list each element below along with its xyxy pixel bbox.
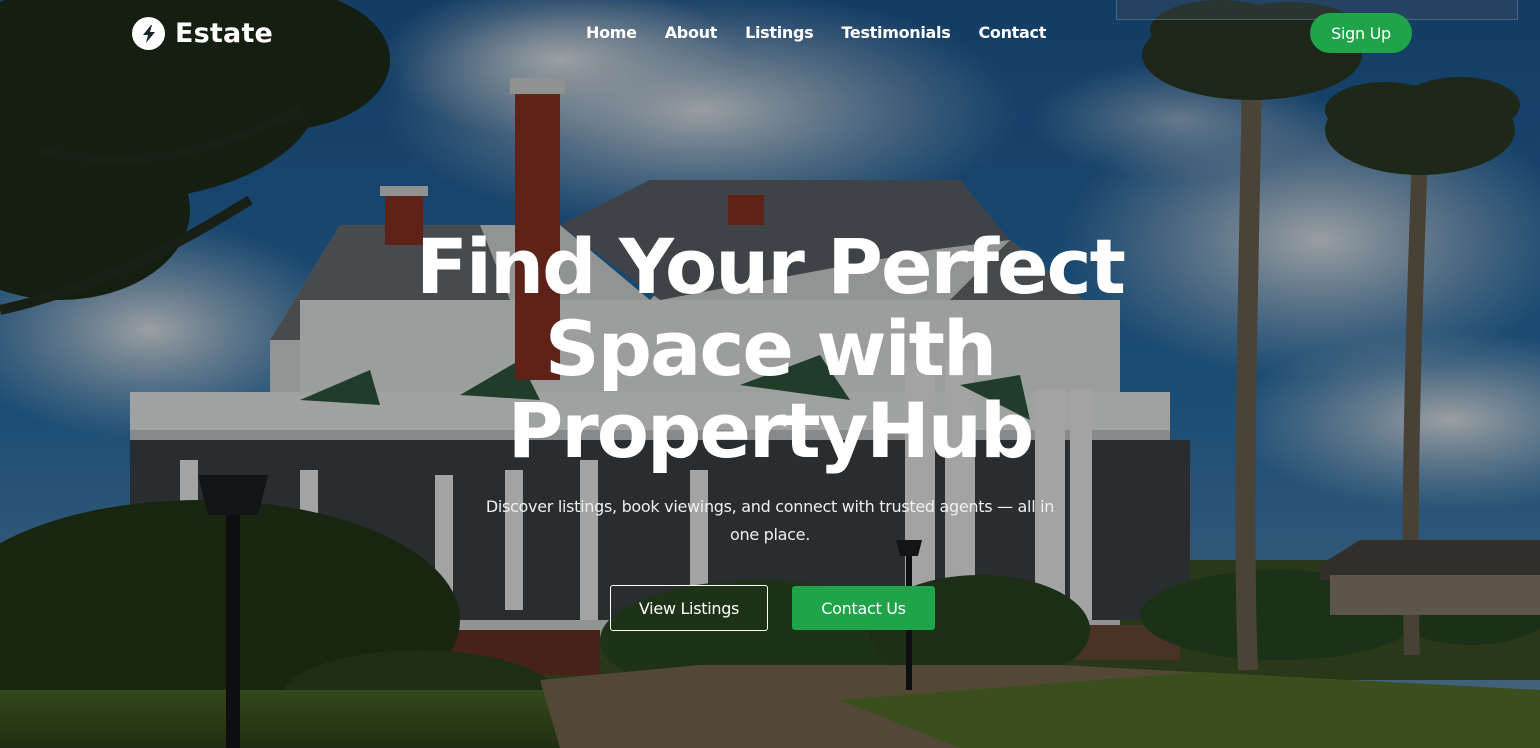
- brand-name: Estate: [175, 18, 274, 49]
- nav-link-home[interactable]: Home: [586, 23, 637, 42]
- brand-logo[interactable]: Estate: [132, 17, 273, 50]
- nav-link-testimonials[interactable]: Testimonials: [841, 23, 950, 42]
- nav-link-about[interactable]: About: [665, 23, 718, 42]
- nav-link-contact[interactable]: Contact: [978, 23, 1046, 42]
- view-listings-button[interactable]: View Listings: [610, 585, 768, 631]
- headline-line-1: Find Your Perfect: [416, 222, 1126, 311]
- top-navbar: Estate Home About Listings Testimonials …: [0, 0, 1540, 68]
- headline-line-2: Space with: [544, 304, 997, 393]
- sign-up-button[interactable]: Sign Up: [1310, 13, 1412, 53]
- contact-us-button[interactable]: Contact Us: [792, 586, 935, 630]
- hero-section: Estate Home About Listings Testimonials …: [0, 0, 1540, 748]
- nav-link-listings[interactable]: Listings: [745, 23, 814, 42]
- bolt-icon: [132, 17, 165, 50]
- headline-line-3: PropertyHub: [507, 386, 1035, 475]
- hero-headline: Find Your Perfect Space with PropertyHub: [0, 226, 1540, 472]
- hero-subtext: Discover listings, book viewings, and co…: [485, 497, 1055, 544]
- primary-nav: Home About Listings Testimonials Contact: [586, 23, 1046, 42]
